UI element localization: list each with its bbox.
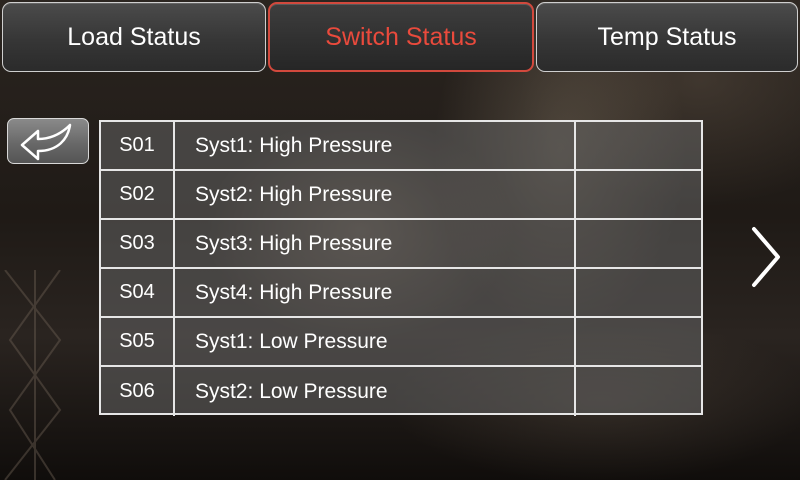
tab-switch-status[interactable]: Switch Status [268,2,534,72]
switch-code: S05 [101,318,175,365]
switch-code: S04 [101,269,175,316]
switch-description: Syst2: High Pressure [175,171,576,218]
table-row: S01 Syst1: High Pressure [101,122,701,171]
switch-description: Syst1: High Pressure [175,122,576,169]
switch-status-table: S01 Syst1: High Pressure S02 Syst2: High… [99,120,703,416]
switch-description: Syst4: High Pressure [175,269,576,316]
tab-load-status[interactable]: Load Status [2,2,266,72]
tab-label: Load Status [67,22,201,51]
switch-description: Syst1: Low Pressure [175,318,576,365]
switch-code: S06 [101,367,175,416]
switch-state [576,318,701,365]
switch-state [576,269,701,316]
tab-temp-status[interactable]: Temp Status [536,2,798,72]
switch-state [576,367,701,416]
table-row: S03 Syst3: High Pressure [101,220,701,269]
table-row: S06 Syst2: Low Pressure [101,367,701,416]
table-row: S05 Syst1: Low Pressure [101,318,701,367]
table-row: S02 Syst2: High Pressure [101,171,701,220]
switch-description: Syst3: High Pressure [175,220,576,267]
switch-code: S03 [101,220,175,267]
tab-label: Temp Status [597,22,737,51]
table-row: S04 Syst4: High Pressure [101,269,701,318]
switch-state [576,171,701,218]
switch-code: S01 [101,122,175,169]
switch-state [576,220,701,267]
back-arrow-icon [20,123,72,161]
next-page-button[interactable] [744,225,788,289]
tab-label: Switch Status [325,22,477,51]
switch-state [576,122,701,169]
switch-code: S02 [101,171,175,218]
background-decor [4,270,62,480]
back-button[interactable] [7,118,89,164]
chevron-right-icon [752,227,780,287]
switch-description: Syst2: Low Pressure [175,367,576,416]
